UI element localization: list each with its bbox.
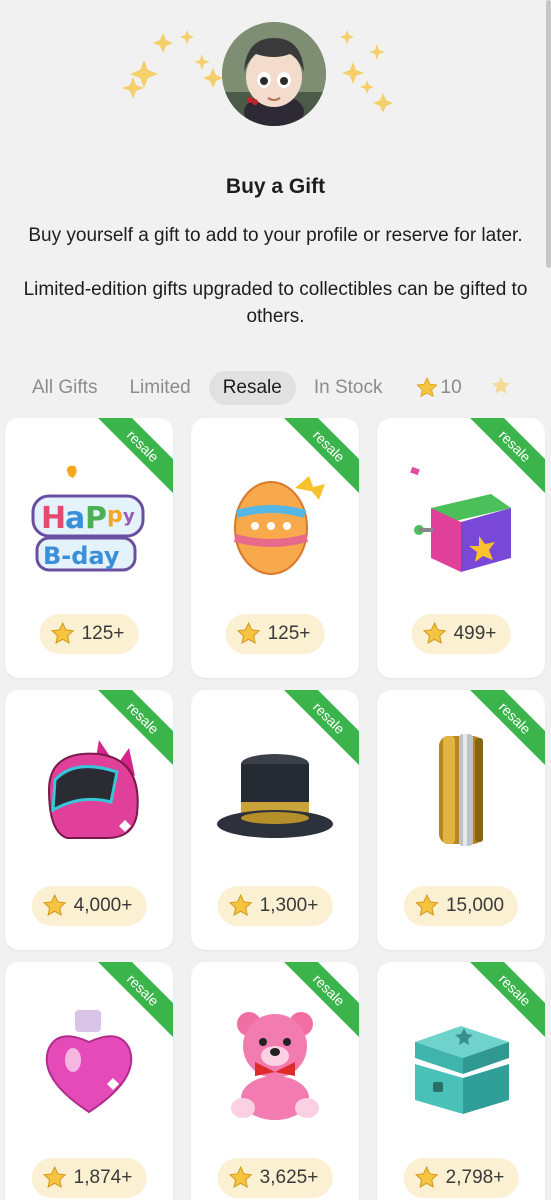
- price-label: 499+: [453, 623, 497, 644]
- gift-card[interactable]: resale 2,798+: [377, 962, 545, 1200]
- price-label: 3,625+: [259, 1167, 319, 1188]
- svg-text:a: a: [65, 501, 85, 536]
- star-icon: [228, 893, 253, 917]
- star-icon: [42, 893, 67, 917]
- tab-in-stock[interactable]: In Stock: [300, 371, 397, 405]
- price-label: 1,300+: [259, 895, 319, 916]
- svg-text:H: H: [41, 501, 66, 536]
- price-pill: 125+: [225, 614, 325, 654]
- star-icon: [415, 893, 439, 917]
- price-pill: 3,625+: [217, 1158, 333, 1198]
- jewelry-box-icon: [415, 1026, 509, 1114]
- jack-in-the-box-icon: [410, 466, 511, 572]
- star-icon: [42, 1165, 67, 1189]
- gift-filter-tabs: All Gifts Limited Resale In Stock 10: [0, 368, 551, 408]
- price-pill: 125+: [39, 614, 139, 654]
- gift-card[interactable]: resale 499+: [377, 418, 545, 678]
- tab-limited[interactable]: Limited: [115, 371, 204, 405]
- gift-card[interactable]: resale 1,874+: [5, 962, 173, 1200]
- star-icon: [414, 1165, 439, 1189]
- avatar-image: [222, 22, 326, 126]
- star-icon: [228, 1165, 253, 1189]
- svg-text:B-day: B-day: [43, 542, 120, 570]
- love-potion-icon: [45, 1010, 133, 1114]
- tab-stars-label: 10: [440, 377, 462, 398]
- page-title: Buy a Gift: [225, 175, 326, 198]
- tab-resale[interactable]: Resale: [208, 371, 296, 405]
- price-pill: 1,874+: [31, 1158, 147, 1198]
- star-icon: [50, 621, 75, 645]
- svg-text:P: P: [85, 501, 107, 536]
- page-description: Buy yourself a gift to add to your profi…: [28, 225, 523, 246]
- gift-grid: resale H a P p y B-day 125+ resale 125+ …: [5, 418, 545, 1200]
- avatar: [222, 22, 326, 126]
- svg-text:y: y: [123, 506, 135, 527]
- star-icon-partial: [490, 375, 512, 402]
- star-icon: [236, 621, 261, 645]
- gift-card[interactable]: resale 125+: [191, 418, 359, 678]
- price-pill: 15,000: [403, 886, 519, 926]
- gift-card[interactable]: resale 3,625+: [191, 962, 359, 1200]
- happy-bday-icon: H a P p y B-day: [31, 465, 145, 572]
- price-pill: 4,000+: [31, 886, 147, 926]
- price-label: 125+: [267, 623, 311, 644]
- gift-card[interactable]: resale 4,000+: [5, 690, 173, 950]
- tab-all-gifts[interactable]: All Gifts: [18, 371, 111, 405]
- price-label: 2,798+: [445, 1167, 505, 1188]
- ring-icon: [439, 734, 483, 846]
- gift-card[interactable]: resale 15,000: [377, 690, 545, 950]
- price-label: 4,000+: [73, 895, 133, 916]
- price-pill: 1,300+: [217, 886, 333, 926]
- gift-card[interactable]: resale 1,300+: [191, 690, 359, 950]
- easter-egg-icon: [233, 476, 325, 575]
- svg-text:p: p: [107, 503, 123, 528]
- price-pill: 499+: [411, 614, 511, 654]
- price-label: 15,000: [445, 895, 505, 916]
- teddy-bear-icon: [231, 1012, 319, 1120]
- gift-card[interactable]: resale H a P p y B-day 125+: [5, 418, 173, 678]
- profile-header: [0, 0, 551, 160]
- tab-stars-10[interactable]: 10: [401, 370, 476, 406]
- cat-helmet-icon: [47, 740, 139, 839]
- page-description-limited: Limited-edition gifts upgraded to collec…: [23, 279, 528, 327]
- price-pill: 2,798+: [403, 1158, 519, 1198]
- top-hat-icon: [217, 754, 333, 838]
- price-label: 125+: [81, 623, 125, 644]
- price-label: 1,874+: [73, 1167, 133, 1188]
- star-icon: [415, 376, 438, 398]
- star-icon: [422, 621, 447, 645]
